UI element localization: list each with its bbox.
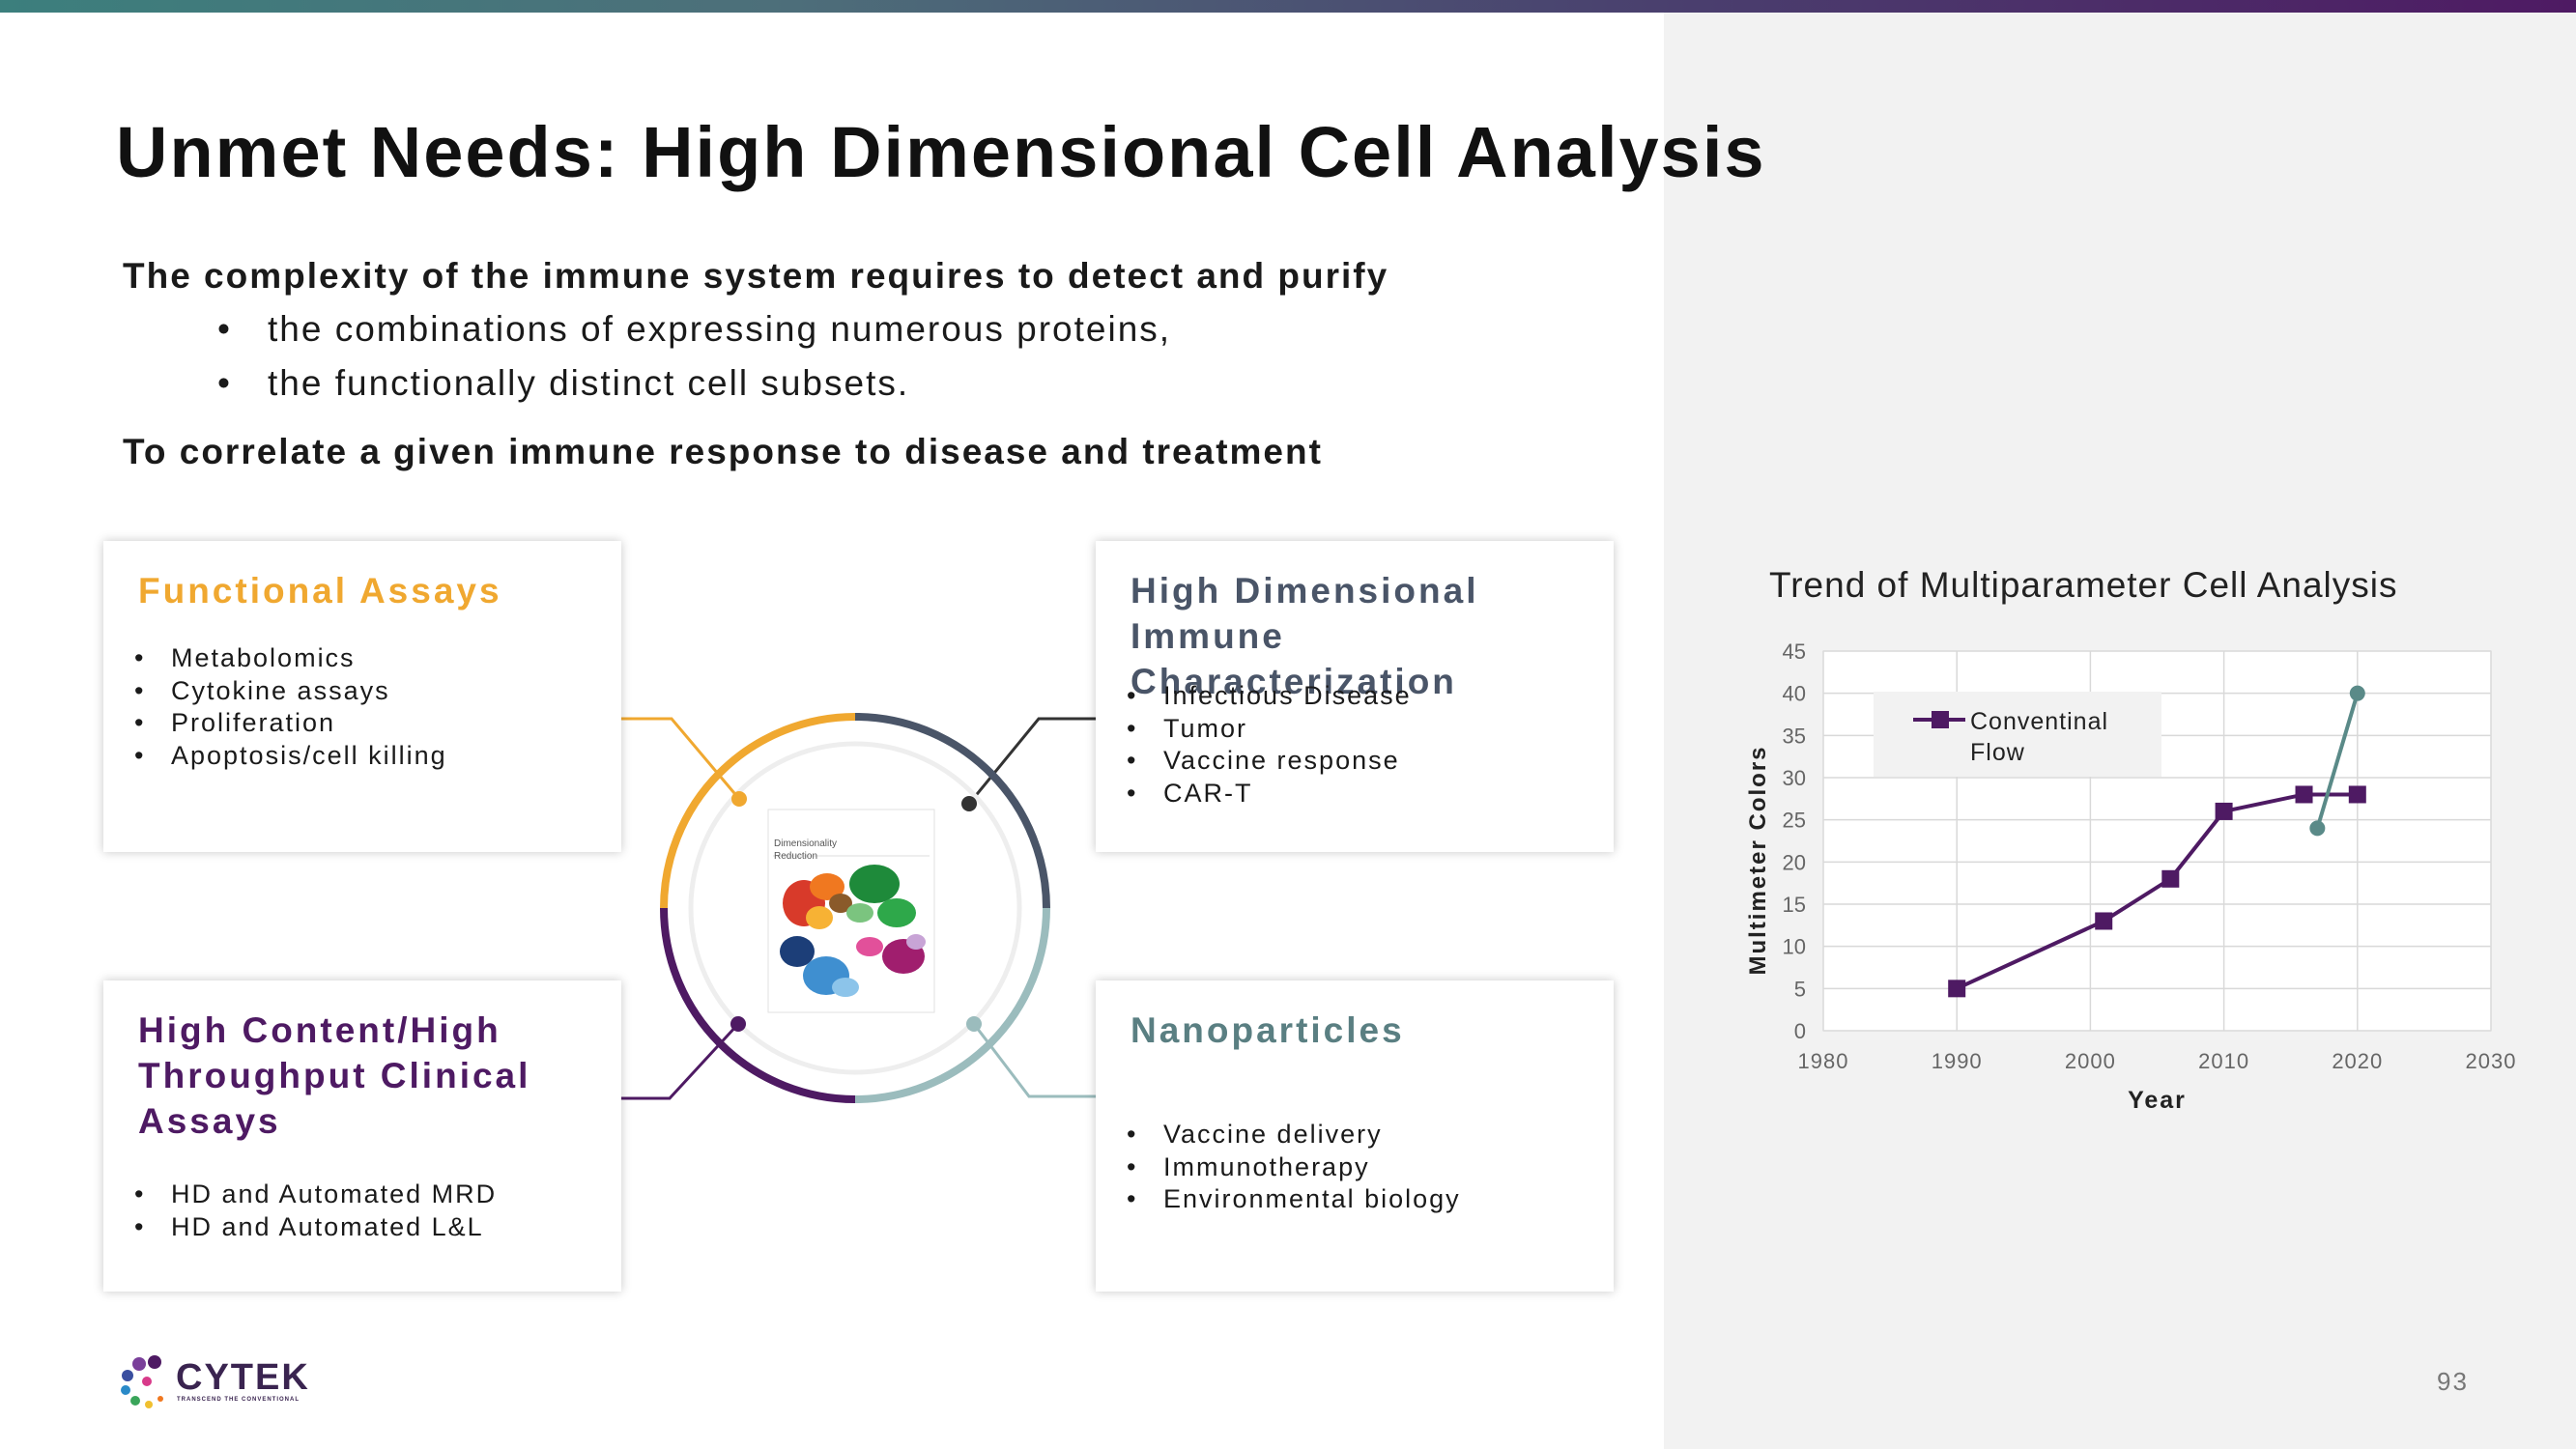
y-tick-label: 40 [1783,682,1806,706]
trend-line-chart: 0 5 10 15 20 25 30 35 40 45 1980 1990 2000 2010 2020 20… [1745,639,2517,1114]
card-list: Vaccine delivery Immunotherapy Environme… [1096,1119,1461,1216]
data-point-square [2348,785,2366,804]
x-tick-label: 2000 [2065,1049,2116,1073]
list-item: Tumor [1096,713,1412,746]
data-point-square [2161,869,2180,888]
list-item: CAR-T [1096,778,1412,810]
image-caption-line2: Reduction [774,851,817,862]
card-title-line: Throughput Clinical [138,1056,531,1095]
data-point-square [2295,785,2313,804]
data-point-square [2095,912,2113,930]
y-tick-label: 0 [1794,1019,1806,1043]
card-title: Nanoparticles [1131,1010,1405,1050]
y-tick-label: 45 [1783,639,1806,664]
dot-slate [961,796,977,811]
list-item: Proliferation [103,707,447,740]
card-title-line: High Dimensional [1131,571,1479,611]
data-point-square [1948,980,1966,998]
dot-orange [731,791,747,807]
cluster-blob [780,936,815,967]
x-tick-label: 2020 [2332,1049,2383,1073]
list-item: HD and Automated MRD [103,1179,497,1211]
y-tick-label: 5 [1794,977,1806,1001]
logo-dots-icon [121,1355,163,1408]
list-item: Apoptosis/cell killing [103,740,447,773]
legend-swatch-marker [1932,711,1949,728]
connector-highcontent [621,1022,740,1100]
chart-title: Trend of Multiparameter Cell Analysis [1769,565,2398,605]
card-list: HD and Automated MRD HD and Automated L&… [103,1179,497,1243]
list-item: Vaccine response [1096,745,1412,778]
y-tick-label: 35 [1783,724,1806,748]
card-title: High Content/High Throughput Clinical As… [138,1008,530,1144]
cluster-blob [849,865,900,903]
connector-functional [621,717,741,800]
y-axis-label: Multimeter Colors [1745,745,1771,975]
cluster-blob [856,937,883,956]
y-tick-label: 30 [1783,766,1806,790]
y-tick-label: 20 [1783,850,1806,874]
logo-tagline: TRANSCEND THE CONVENTIONAL [177,1397,301,1403]
legend-label: Conventinal [1970,708,2108,735]
dot-purple [730,1016,746,1032]
list-item: Metabolomics [103,642,447,675]
cluster-blob [877,898,916,927]
list-item: Cytokine assays [103,675,447,708]
card-title-line: Assays [138,1101,281,1141]
page-number: 93 [2437,1367,2469,1396]
image-caption-line1: Dimensionality [774,838,837,849]
cluster-blob [806,906,833,929]
logo-wordmark: CYTEK [176,1357,310,1398]
x-tick-label: 2010 [2198,1049,2249,1073]
x-tick-label: 2030 [2466,1049,2517,1073]
list-item: Immunotherapy [1096,1151,1461,1184]
y-tick-label: 10 [1783,935,1806,959]
card-title: Functional Assays [138,571,502,611]
y-tick-label: 25 [1783,809,1806,833]
dot-teal [966,1016,982,1032]
x-axis-label: Year [2128,1087,2187,1114]
x-tick-label: 1990 [1932,1049,1983,1073]
list-item: HD and Automated L&L [103,1211,497,1244]
cluster-blob [832,978,859,997]
card-high-content: High Content/High Throughput Clinical As… [103,980,621,1292]
card-functional-assays: Functional Assays Metabolomics Cytokine … [103,541,621,852]
x-tick-label: 1980 [1798,1049,1849,1073]
card-nanoparticles: Nanoparticles Vaccine delivery Immunothe… [1096,980,1614,1292]
cytek-logo: CYTEK TRANSCEND THE CONVENTIONAL [118,1352,311,1410]
card-list: Infectious Disease Tumor Vaccine respons… [1096,680,1412,810]
y-tick-label: 15 [1783,893,1806,917]
list-item: Infectious Disease [1096,680,1412,713]
list-item: Vaccine delivery [1096,1119,1461,1151]
card-high-dimensional: High Dimensional Immune Characterization… [1096,541,1614,852]
data-point-square [2215,802,2233,820]
list-item: Environmental biology [1096,1183,1461,1216]
data-point-circle [2309,820,2326,837]
connector-highdim [967,717,1096,805]
data-point-circle [2349,685,2365,701]
cluster-blob [846,903,873,923]
dimensionality-reduction-image: Dimensionality Reduction [767,809,935,1013]
card-list: Metabolomics Cytokine assays Proliferati… [103,642,447,772]
cluster-blob [906,934,926,950]
card-title-line: High Content/High [138,1010,501,1050]
legend-label: Flow [1970,739,2025,766]
connector-nano [972,1023,1096,1098]
